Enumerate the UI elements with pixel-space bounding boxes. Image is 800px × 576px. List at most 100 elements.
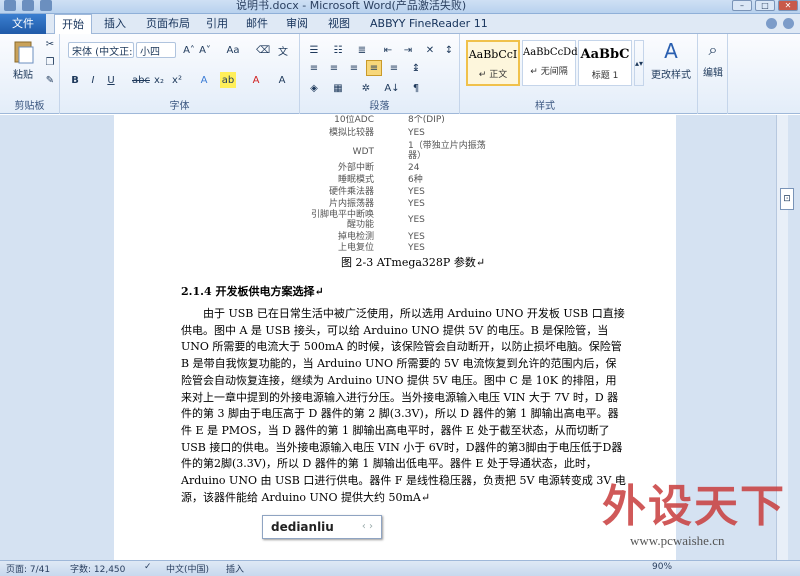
tab-file[interactable]: 文件 <box>0 14 46 34</box>
bullets-icon[interactable]: ☰ <box>306 42 322 58</box>
underline-icon[interactable]: U <box>104 72 118 88</box>
justify-icon[interactable]: ≡ <box>366 60 382 76</box>
highlight-icon[interactable]: ab <box>220 72 236 88</box>
char-shading-icon[interactable]: A <box>274 72 290 88</box>
spec-value: YES <box>408 243 425 253</box>
format-painter-icon[interactable]: ✎ <box>44 74 56 86</box>
copy-icon[interactable]: ❐ <box>44 56 56 68</box>
italic-icon[interactable]: I <box>86 72 100 88</box>
spellcheck-icon[interactable]: ✓ <box>144 562 152 572</box>
language-indicator[interactable]: 中文(中国) <box>166 562 209 575</box>
spec-value: 6种 <box>408 175 423 185</box>
sort-icon[interactable]: ↕ <box>442 42 456 58</box>
strikethrough-icon[interactable]: abc <box>132 72 150 88</box>
save-icon[interactable] <box>22 0 34 11</box>
distributed-icon[interactable]: ≡ <box>386 60 402 76</box>
spec-key: 外部中断 <box>337 163 374 173</box>
undo-icon[interactable] <box>40 0 52 11</box>
tab-mailings[interactable]: 邮件 <box>246 14 268 34</box>
superscript-icon[interactable]: x² <box>170 72 184 88</box>
spec-key: 睡眠模式 <box>337 175 374 185</box>
tab-home[interactable]: 开始 <box>54 14 92 35</box>
style-no-spacing-name: ↵ 无间隔 <box>530 67 568 77</box>
paragraph-group: ☰ ☷ ≣ ⇤ ⇥ ✕ ↕ ≡ ≡ ≡ ≡ ≡ ↨ ◈ ▦ ✲ A↓ ¶ 段落 <box>300 34 460 114</box>
body-paragraph: 由于 USB 已在日常生活中被广泛使用，所以选用 Arduino UNO 开发板… <box>181 307 626 504</box>
align-right-icon[interactable]: ≡ <box>346 60 362 76</box>
style-heading-1[interactable]: AaBbC 标题 1 <box>578 40 632 86</box>
help-icon[interactable] <box>783 18 794 29</box>
word-count[interactable]: 字数: 12,450 <box>70 562 125 575</box>
style-normal[interactable]: AaBbCcI ↵ 正文 <box>466 40 520 86</box>
figure-caption: 图 2-3 ATmega328P 参数↵ <box>341 256 486 269</box>
tab-abbyy[interactable]: ABBYY FineReader 11 <box>370 14 488 34</box>
cut-icon[interactable]: ✂ <box>44 38 56 50</box>
change-styles-icon[interactable]: A <box>648 38 694 64</box>
phonetic-guide-icon[interactable]: 文 <box>274 42 292 58</box>
style-no-spacing[interactable]: AaBbCcDd ↵ 无间隔 <box>522 40 578 86</box>
minimize-button[interactable]: – <box>732 0 752 11</box>
spec-value: YES <box>408 232 425 242</box>
text-effects-icon[interactable]: A <box>196 72 212 88</box>
spec-value: YES <box>408 199 425 209</box>
font-color-icon[interactable]: A <box>248 72 264 88</box>
style-normal-name: ↵ 正文 <box>478 70 508 80</box>
maximize-button[interactable]: □ <box>755 0 775 11</box>
paste-button[interactable]: 粘贴 <box>6 66 40 81</box>
paste-icon[interactable] <box>8 38 40 66</box>
tab-references[interactable]: 引用 <box>206 14 228 34</box>
font-name-select[interactable]: 宋体 (中文正: <box>68 42 134 58</box>
zoom-level[interactable]: 90% <box>652 562 672 572</box>
ribbon-tabs: 文件 开始 插入 页面布局 引用 邮件 审阅 视图 ABBYY FineRead… <box>0 14 800 35</box>
grow-font-icon[interactable]: A˄ <box>182 42 196 58</box>
edit-button[interactable]: 编辑 <box>698 64 728 79</box>
minimize-ribbon-icon[interactable] <box>766 18 777 29</box>
find-icon[interactable]: ⌕ <box>702 38 724 62</box>
subscript-icon[interactable]: x₂ <box>152 72 166 88</box>
insert-mode[interactable]: 插入 <box>226 562 244 575</box>
align-center-icon[interactable]: ≡ <box>326 60 342 76</box>
shading-icon[interactable]: ◈ <box>306 80 322 96</box>
change-styles-button[interactable]: 更改样式 <box>646 66 696 81</box>
ime-composition-box[interactable]: dedianliu ‹ › <box>262 515 382 539</box>
tab-review[interactable]: 审阅 <box>286 14 308 34</box>
increase-indent-icon[interactable]: ⇥ <box>400 42 416 58</box>
tab-insert[interactable]: 插入 <box>104 14 126 34</box>
styles-scroll[interactable]: ▴▾ <box>634 40 644 86</box>
multilevel-list-icon[interactable]: ≣ <box>354 42 370 58</box>
shrink-font-icon[interactable]: A˅ <box>198 42 212 58</box>
spec-value: YES <box>408 187 425 197</box>
align-left-icon[interactable]: ≡ <box>306 60 322 76</box>
line-spacing-icon[interactable]: ↨ <box>408 60 424 76</box>
decrease-indent-icon[interactable]: ⇤ <box>380 42 396 58</box>
numbering-icon[interactable]: ☷ <box>330 42 346 58</box>
edit-group: ⌕ 编辑 <box>698 34 728 114</box>
clipboard-label: 剪贴板 <box>14 101 45 112</box>
show-marks-icon[interactable]: ¶ <box>408 80 424 96</box>
borders-icon[interactable]: ▦ <box>330 80 346 96</box>
ribbon: 粘贴 ✂ ❐ ✎ 剪贴板 宋体 (中文正: 小四 A˄ A˅ Aa ⌫ 文 B … <box>0 34 800 114</box>
tab-page-layout[interactable]: 页面布局 <box>146 14 190 34</box>
side-marker-icon[interactable]: ⊡ <box>780 188 794 210</box>
clear-format-icon[interactable]: ⌫ <box>256 42 270 58</box>
spec-key: 模拟比较器 <box>328 128 374 138</box>
sort-asc-icon[interactable]: A↓ <box>384 80 400 96</box>
spec-key: 引脚电平中断唤醒功能 <box>310 210 374 230</box>
page-count[interactable]: 页面: 7/41 <box>6 562 50 575</box>
font-size-select[interactable]: 小四 <box>136 42 176 58</box>
spec-key: 片内振荡器 <box>328 199 374 209</box>
chinese-layout-icon[interactable]: ✕ <box>422 42 438 58</box>
spec-value: 8个(DIP) <box>408 115 445 125</box>
watermark-brand: 外设天下 <box>602 481 786 532</box>
spec-value: 1（带独立片内振荡器） <box>408 141 486 161</box>
change-case-icon[interactable]: Aa <box>224 42 242 58</box>
close-button[interactable]: ✕ <box>778 0 798 11</box>
watermark-url: www.pcwaishe.cn <box>630 533 725 548</box>
font-label: 字体 <box>169 101 190 112</box>
spec-key: 上电复位 <box>337 243 374 253</box>
asian-layout-icon[interactable]: ✲ <box>358 80 374 96</box>
ime-arrows[interactable]: ‹ › <box>362 521 373 532</box>
style-heading-1-name: 标题 1 <box>591 71 619 81</box>
bold-icon[interactable]: B <box>68 72 82 88</box>
tab-view[interactable]: 视图 <box>328 14 350 34</box>
spec-value: YES <box>408 215 425 225</box>
